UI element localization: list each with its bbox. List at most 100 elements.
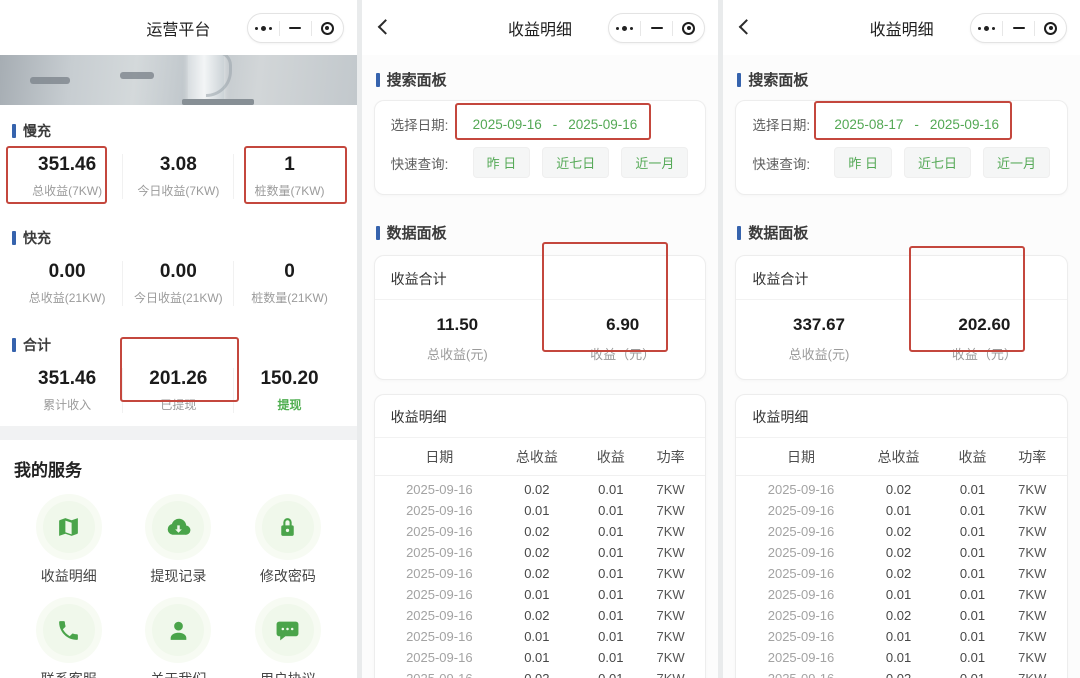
- minimize-icon[interactable]: [1003, 14, 1034, 42]
- stat-label: 累计收入: [43, 398, 92, 412]
- slow-charge-stats: 351.46 总收益(7KW) 3.08 今日收益(7KW) 1 桩数量(7KW): [12, 145, 345, 212]
- date-range-picker[interactable]: 2025-09-16 - 2025-09-16: [473, 117, 638, 132]
- screenshot-root: 运营平台 慢充 351.46 总收益(7KW) 3.08 今日收益(7KW) 1 桩数量(…: [0, 0, 1080, 678]
- close-icon[interactable]: [1035, 14, 1066, 42]
- table-cell: 7KW: [656, 503, 685, 518]
- service-item[interactable]: 提现记录: [124, 489, 234, 592]
- table-cell: 0.01: [598, 503, 624, 518]
- table-cell: 0.01: [959, 587, 986, 602]
- table-row: 2025-09-16 0.01 0.01 7KW: [736, 584, 1067, 605]
- more-icon[interactable]: [248, 14, 279, 42]
- quick-query-buttons: 昨 日近七日 近一月: [834, 147, 1050, 178]
- service-item[interactable]: 修改密码: [233, 489, 343, 592]
- close-icon[interactable]: [673, 14, 704, 42]
- date-range-picker[interactable]: 2025-08-17 - 2025-09-16: [834, 117, 999, 132]
- stat-column: 1 桩数量(7KW): [233, 154, 344, 199]
- table-cell: 2025-09-16: [767, 503, 835, 518]
- table-cell: 2025-09-16: [383, 671, 496, 678]
- table-cell: 2025-09-16: [406, 629, 473, 644]
- quick-query-button[interactable]: 近一月: [982, 147, 1050, 178]
- table-cell: 7KW: [1006, 671, 1059, 678]
- page-title: 收益明细: [508, 21, 573, 39]
- stat-value: 201.26: [149, 368, 208, 389]
- cloud-download-icon: [152, 501, 205, 553]
- column-header: 功率: [656, 449, 685, 465]
- table-cell: 0.02: [524, 482, 550, 497]
- more-icon[interactable]: [609, 14, 640, 42]
- lock-icon: [261, 501, 314, 553]
- section-title: 搜索面板: [386, 72, 447, 89]
- close-icon[interactable]: [312, 14, 343, 42]
- minimize-icon[interactable]: [280, 14, 311, 42]
- date-end[interactable]: 2025-09-16: [930, 117, 999, 132]
- stats-body: 慢充 351.46 总收益(7KW) 3.08 今日收益(7KW) 1 桩数量(7KW) …: [0, 121, 357, 426]
- stat-label: 收益（元）: [951, 347, 1017, 362]
- section-title: 数据面板: [748, 225, 809, 242]
- table-cell: 0.01: [959, 524, 986, 539]
- back-icon[interactable]: [377, 18, 393, 35]
- wechat-capsule: [970, 13, 1068, 43]
- my-services-card: 我的服务 收益明细 提现记录 修改密码联系客服关于我们用户协议: [0, 440, 357, 678]
- date-separator: -: [552, 116, 558, 132]
- stat-label: 总收益(21KW): [28, 291, 106, 305]
- table-cell: 2025-09-16: [406, 650, 473, 665]
- service-item[interactable]: 关于我们: [124, 592, 234, 678]
- phone-icon: [42, 604, 95, 656]
- stat-label: 今日收益(21KW): [133, 291, 223, 305]
- date-label: 选择日期:: [390, 118, 449, 133]
- table-cell: 2025-09-16: [406, 608, 473, 623]
- service-item[interactable]: 联系客服: [14, 592, 124, 678]
- table-cell: 0.01: [959, 482, 986, 497]
- quick-query-button[interactable]: 近一月: [621, 147, 689, 178]
- service-label: 收益明细: [40, 568, 97, 584]
- section-title: 快充: [23, 230, 51, 246]
- wechat-capsule: [246, 13, 344, 43]
- quick-query-button[interactable]: 昨 日: [834, 147, 892, 178]
- date-start[interactable]: 2025-09-16: [473, 117, 542, 132]
- table-row: 2025-09-160.020.017KW: [736, 668, 1067, 678]
- table-cell: 2025-09-16: [767, 629, 835, 644]
- wechat-capsule: [608, 13, 706, 43]
- quick-query-button[interactable]: 近七日: [542, 147, 610, 178]
- table-cell: 0.02: [885, 524, 912, 539]
- section-data-panel: 数据面板: [737, 222, 1066, 243]
- stat-value: 1: [284, 154, 295, 175]
- date-start[interactable]: 2025-08-17: [834, 117, 903, 132]
- stat-value: 6.90: [606, 315, 640, 334]
- table-header-row: 日期 总收益 收益 功率: [374, 438, 706, 476]
- service-item[interactable]: 收益明细: [14, 489, 124, 592]
- more-icon[interactable]: [971, 14, 1002, 42]
- table-title: 收益明细: [390, 409, 447, 425]
- table-cell: 0.01: [959, 629, 986, 644]
- quick-query-button[interactable]: 近七日: [903, 147, 971, 178]
- section-search-panel: 搜索面板: [375, 69, 705, 90]
- back-icon[interactable]: [739, 18, 755, 35]
- date-end[interactable]: 2025-09-16: [568, 117, 637, 132]
- section-title: 数据面板: [386, 225, 447, 242]
- stat-value: 0: [284, 261, 295, 282]
- table-cell: 7KW: [656, 482, 685, 497]
- summary-title: 收益合计: [390, 271, 447, 287]
- table-cell: 0.02: [524, 566, 550, 581]
- table-cell: 2025-09-16: [406, 503, 473, 518]
- table-cell: 7KW: [656, 524, 685, 539]
- table-row: 2025-09-160.020.017KW: [736, 542, 1067, 563]
- table-cell: 7KW: [1018, 587, 1047, 602]
- table-header-row: 日期 总收益 收益 功率: [736, 438, 1068, 476]
- table-row: 2025-09-160.020.017KW: [375, 668, 706, 678]
- table-cell: 0.02: [885, 482, 912, 497]
- table-cell: 0.01: [598, 524, 624, 539]
- quick-query-button[interactable]: 昨 日: [472, 147, 531, 178]
- table-cell: 0.02: [885, 545, 912, 560]
- column-header: 总收益: [515, 449, 558, 465]
- table-row: 2025-09-160.020.017KW: [736, 479, 1067, 500]
- table-row: 2025-09-16 0.01 0.01 7KW: [375, 584, 706, 605]
- navbar-operations: 运营平台: [0, 0, 357, 55]
- service-item[interactable]: 用户协议: [233, 592, 343, 678]
- quick-query-label: 快速查询:: [390, 156, 449, 172]
- minimize-icon[interactable]: [641, 14, 672, 42]
- table-cell: 0.01: [524, 629, 550, 644]
- withdraw-link[interactable]: 提现: [234, 396, 344, 413]
- table-body: 2025-09-16 0.02 0.01 7KW 2025-09-16 0.01 0.01 7…: [736, 476, 1067, 678]
- table-cell: 7KW: [1018, 566, 1047, 581]
